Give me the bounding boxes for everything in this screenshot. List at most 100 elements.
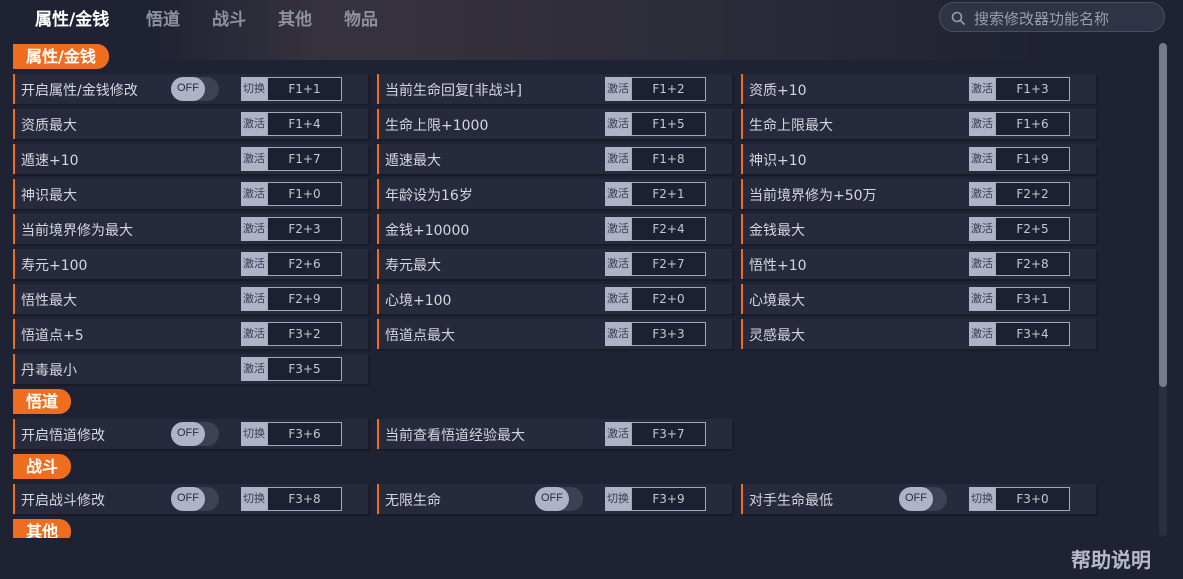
cheat-row: 开启属性/金钱修改 OFF 切换 F1+1 [13,74,368,104]
activate-button[interactable]: 激活 [605,252,631,276]
tab-enlightenment[interactable]: 悟道 [146,5,180,30]
help-button[interactable]: 帮助说明 [1071,544,1151,573]
activate-button[interactable]: 激活 [241,252,267,276]
section-header: 战斗 [13,454,72,479]
cheat-label: 遁速最大 [385,153,441,169]
activate-button[interactable]: 激活 [969,287,995,311]
hotkey-field[interactable]: F3+4 [995,322,1070,346]
tab-items[interactable]: 物品 [344,5,378,30]
activate-button[interactable]: 激活 [241,287,267,311]
hotkey-field[interactable]: F1+3 [995,77,1070,101]
activate-button[interactable]: 激活 [605,422,631,446]
activate-button[interactable]: 激活 [241,147,267,171]
activate-button[interactable]: 激活 [605,182,631,206]
cheat-label: 当前境界修为最大 [21,223,133,239]
toggle-action-label[interactable]: 切换 [241,77,267,101]
hotkey-field[interactable]: F3+7 [631,422,706,446]
toggle-switch[interactable]: OFF [171,422,219,446]
cheat-row: 开启战斗修改 OFF 切换 F3+8 [13,484,368,514]
activate-button[interactable]: 激活 [969,217,995,241]
toggle-knob: OFF [171,487,205,511]
activate-button[interactable]: 激活 [241,112,267,136]
cheat-label: 当前生命回复[非战斗] [385,83,522,99]
hotkey-field[interactable]: F1+1 [267,77,342,101]
hotkey-field[interactable]: F2+9 [267,287,342,311]
search-box[interactable] [939,2,1165,32]
search-input[interactable] [972,8,1161,30]
cheat-row: 无限生命 OFF 切换 F3+9 [377,484,732,514]
toggle-action-label[interactable]: 切换 [241,487,267,511]
toggle-action-label[interactable]: 切换 [241,422,267,446]
hotkey-field[interactable]: F2+7 [631,252,706,276]
hotkey-field[interactable]: F2+1 [631,182,706,206]
toggle-action-label[interactable]: 切换 [605,487,631,511]
activate-button[interactable]: 激活 [605,287,631,311]
hotkey-field[interactable]: F1+2 [631,77,706,101]
hotkey-field[interactable]: F1+5 [631,112,706,136]
cheat-label: 灵感最大 [749,328,805,344]
cheat-label: 开启战斗修改 [21,493,105,509]
hotkey-field[interactable]: F3+0 [995,487,1070,511]
scrollbar[interactable] [1159,43,1167,537]
hotkey-field[interactable]: F1+9 [995,147,1070,171]
cheat-label: 悟道点+5 [21,328,84,344]
hotkey-field[interactable]: F3+3 [631,322,706,346]
hotkey-field[interactable]: F1+8 [631,147,706,171]
activate-button[interactable]: 激活 [241,217,267,241]
activate-button[interactable]: 激活 [241,357,267,381]
toggle-switch[interactable]: OFF [171,77,219,101]
cheat-row: 当前境界修为+50万 激活 F2+2 [741,179,1096,209]
activate-button[interactable]: 激活 [969,112,995,136]
hotkey-field[interactable]: F3+8 [267,487,342,511]
hotkey-field[interactable]: F3+9 [631,487,706,511]
hotkey-field[interactable]: F2+6 [267,252,342,276]
cheat-label: 当前境界修为+50万 [749,188,877,204]
hotkey-field[interactable]: F3+6 [267,422,342,446]
activate-button[interactable]: 激活 [605,147,631,171]
activate-button[interactable]: 激活 [969,322,995,346]
cheat-label: 悟道点最大 [385,328,455,344]
hotkey-field[interactable]: F2+2 [995,182,1070,206]
cheat-label: 生命上限+1000 [385,118,489,134]
hotkey-field[interactable]: F3+1 [995,287,1070,311]
cheat-label: 寿元最大 [385,258,441,274]
activate-button[interactable]: 激活 [969,252,995,276]
activate-button[interactable]: 激活 [969,147,995,171]
hotkey-field[interactable]: F1+4 [267,112,342,136]
cheat-row: 对手生命最低 OFF 切换 F3+0 [741,484,1096,514]
scrollbar-thumb[interactable] [1159,43,1167,387]
hotkey-field[interactable]: F1+0 [267,182,342,206]
tab-other[interactable]: 其他 [278,5,312,30]
toggle-switch[interactable]: OFF [171,487,219,511]
hotkey-field[interactable]: F2+3 [267,217,342,241]
cheat-label: 神识+10 [749,153,807,169]
cheat-label: 无限生命 [385,493,441,509]
toggle-switch[interactable]: OFF [535,487,583,511]
activate-button[interactable]: 激活 [241,182,267,206]
tab-combat[interactable]: 战斗 [212,5,246,30]
cheat-label: 心境最大 [749,293,805,309]
activate-button[interactable]: 激活 [605,77,631,101]
top-nav: 属性/金钱 悟道 战斗 其他 物品 [0,0,1183,36]
hotkey-field[interactable]: F3+5 [267,357,342,381]
toggle-state-label: OFF [177,427,199,439]
activate-button[interactable]: 激活 [605,217,631,241]
cheat-label: 遁速+10 [21,153,79,169]
hotkey-field[interactable]: F2+8 [995,252,1070,276]
cheat-row: 悟道点+5 激活 F3+2 [13,319,368,349]
hotkey-field[interactable]: F1+7 [267,147,342,171]
activate-button[interactable]: 激活 [605,112,631,136]
hotkey-field[interactable]: F2+0 [631,287,706,311]
toggle-switch[interactable]: OFF [899,487,947,511]
hotkey-field[interactable]: F3+2 [267,322,342,346]
hotkey-field[interactable]: F2+4 [631,217,706,241]
hotkey-field[interactable]: F2+5 [995,217,1070,241]
activate-button[interactable]: 激活 [969,182,995,206]
activate-button[interactable]: 激活 [605,322,631,346]
activate-button[interactable]: 激活 [241,322,267,346]
tab-attributes-money[interactable]: 属性/金钱 [35,5,109,30]
cheat-label: 年龄设为16岁 [385,188,473,204]
activate-button[interactable]: 激活 [969,77,995,101]
toggle-action-label[interactable]: 切换 [969,487,995,511]
hotkey-field[interactable]: F1+6 [995,112,1070,136]
